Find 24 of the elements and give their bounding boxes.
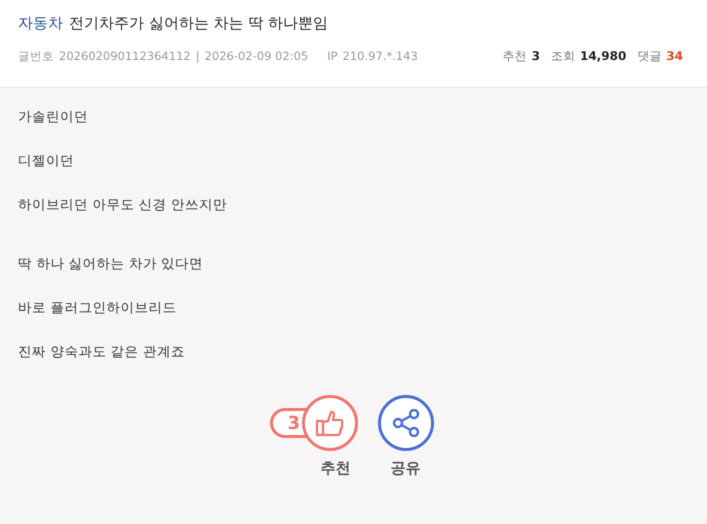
category-link[interactable]: 자동차 <box>18 14 63 33</box>
stat-value: 34 <box>666 49 683 63</box>
post-number-label: 글번호 <box>18 49 54 64</box>
post-datetime: 2026-02-09 02:05 <box>204 49 308 63</box>
ip-label: IP <box>327 49 338 63</box>
post-title: 전기차주가 싫어하는 차는 딱 하나뿐임 <box>69 14 328 33</box>
post-paragraph: 가솔린이던 <box>18 108 89 127</box>
post-paragraph: 딱 하나 싫어하는 차가 있다면 <box>18 255 204 274</box>
post-paragraph: 진짜 양숙과도 같은 관계죠 <box>18 343 186 362</box>
post-number: 202602090112364112 <box>59 49 191 63</box>
action-label: 추천 <box>320 459 350 478</box>
post-paragraph: 디젤이던 <box>18 152 75 171</box>
stat-value: 3 <box>532 49 540 63</box>
stat-label: 추천 <box>502 48 527 65</box>
stat-label: 조회 <box>550 48 575 65</box>
stat-label: 댓글 <box>637 48 662 65</box>
post-paragraph: 바로 플러그인하이브리드 <box>18 299 178 318</box>
separator: | <box>196 49 200 63</box>
ip-address: 210.97.*.143 <box>342 49 418 63</box>
thumbs-up-icon <box>314 409 344 437</box>
stat-value: 14,980 <box>580 49 626 63</box>
action-label: 공유 <box>390 459 420 478</box>
post-paragraph: 하이브리던 아무도 신경 안쓰지만 <box>18 196 228 215</box>
share-icon <box>392 409 420 437</box>
